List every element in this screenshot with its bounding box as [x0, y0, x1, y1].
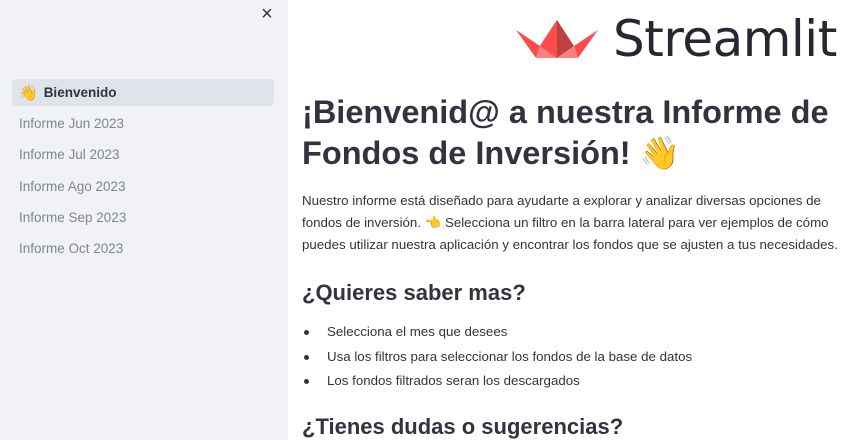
- intro-paragraph: Nuestro informe está diseñado para ayuda…: [302, 193, 838, 252]
- close-sidebar-button[interactable]: ×: [258, 3, 276, 25]
- section-title-dudas: ¿Tienes dudas o sugerencias?: [302, 414, 624, 439]
- sidebar-item-informe-sep-2023[interactable]: Informe Sep 2023: [12, 204, 274, 231]
- close-icon: ×: [261, 3, 273, 25]
- logo-text: Streamlit: [613, 10, 837, 68]
- waving-hand-icon: 👋: [19, 84, 38, 102]
- streamlit-crown-icon: [516, 20, 598, 58]
- list-item: Los fondos filtrados seran los descargad…: [302, 369, 842, 394]
- list-item: Selecciona el mes que desees: [302, 320, 842, 345]
- sidebar: × 👋 Bienvenido Informe Jun 2023 Informe …: [0, 0, 288, 440]
- section-title-saber-mas: ¿Quieres saber mas?: [302, 280, 526, 305]
- page-title: ¡Bienvenid@ a nuestra Informe de Fondos …: [302, 94, 829, 171]
- streamlit-logo: Streamlit: [516, 10, 837, 68]
- sidebar-nav: 👋 Bienvenido Informe Jun 2023 Informe Ju…: [12, 79, 274, 266]
- info-list: Selecciona el mes que desees Usa los fil…: [302, 320, 842, 394]
- sidebar-item-label: Informe Jul 2023: [19, 147, 120, 163]
- sidebar-item-label: Informe Sep 2023: [19, 209, 127, 225]
- sidebar-item-label: Informe Ago 2023: [19, 178, 126, 194]
- sidebar-item-label: Informe Jun 2023: [19, 116, 125, 132]
- sidebar-item-informe-ago-2023[interactable]: Informe Ago 2023: [12, 173, 274, 200]
- sidebar-item-informe-jul-2023[interactable]: Informe Jul 2023: [12, 141, 274, 168]
- sidebar-item-informe-jun-2023[interactable]: Informe Jun 2023: [12, 110, 274, 137]
- sidebar-item-bienvenido[interactable]: 👋 Bienvenido: [12, 79, 274, 106]
- main-content: Streamlit ¡Bienvenid@ a nuestra Informe …: [288, 0, 852, 440]
- sidebar-item-informe-oct-2023[interactable]: Informe Oct 2023: [12, 235, 274, 262]
- sidebar-item-label: Informe Oct 2023: [19, 240, 124, 256]
- sidebar-item-label: Bienvenido: [43, 85, 117, 100]
- list-item: Usa los filtros para seleccionar los fon…: [302, 345, 842, 370]
